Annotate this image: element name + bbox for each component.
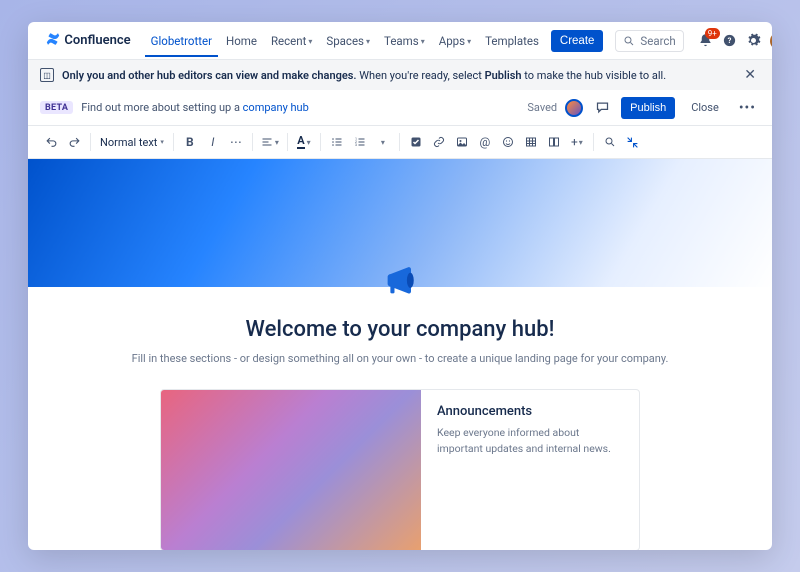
text-color-icon[interactable]: A▾	[293, 130, 315, 154]
comment-icon[interactable]	[591, 97, 613, 119]
page-body: Welcome to your company hub! Fill in the…	[28, 303, 772, 550]
editor-toolbar: Normal text▾ B I ⋯ ▾ A▾ 123 ▾ @ +▾	[28, 125, 772, 159]
profile-avatar[interactable]	[770, 32, 772, 50]
editor-content[interactable]: Welcome to your company hub! Fill in the…	[28, 159, 772, 550]
bullet-list-icon[interactable]	[326, 130, 348, 154]
search-input[interactable]: Search	[615, 30, 683, 52]
subheader-text: Find out more about setting up a company…	[81, 101, 309, 114]
chevron-down-icon: ▾	[308, 37, 312, 46]
undo-icon[interactable]	[40, 130, 62, 154]
chevron-down-icon: ▾	[421, 37, 425, 46]
nav-link-globetrotter[interactable]: Globetrotter	[145, 24, 218, 57]
action-item-icon[interactable]	[405, 130, 427, 154]
collapse-icon[interactable]	[622, 130, 644, 154]
nav-link-home[interactable]: Home	[220, 24, 263, 57]
page-heading[interactable]: Welcome to your company hub!	[88, 317, 712, 342]
find-icon[interactable]	[599, 130, 621, 154]
notification-badge: 9+	[705, 28, 720, 39]
top-right-icons: 9+ ?	[698, 32, 772, 50]
publish-button[interactable]: Publish	[621, 97, 675, 119]
confluence-mark-icon	[46, 32, 60, 49]
italic-icon[interactable]: I	[202, 130, 224, 154]
top-nav: Confluence GlobetrotterHomeRecent▾Spaces…	[28, 22, 772, 60]
card-description[interactable]: Keep everyone informed about important u…	[437, 425, 623, 457]
nav-links: GlobetrotterHomeRecent▾Spaces▾Teams▾Apps…	[145, 24, 545, 57]
more-formatting-icon[interactable]: ⋯	[225, 130, 247, 154]
bold-icon[interactable]: B	[179, 130, 201, 154]
product-name: Confluence	[64, 33, 130, 48]
saved-status: Saved	[527, 101, 557, 114]
visibility-banner: ◫ Only you and other hub editors can vie…	[28, 60, 772, 90]
numbered-list-icon[interactable]: 123	[349, 130, 371, 154]
editor-subheader: BETA Find out more about setting up a co…	[28, 90, 772, 125]
insert-more-icon[interactable]: +▾	[566, 130, 588, 154]
table-icon[interactable]	[520, 130, 542, 154]
nav-link-teams[interactable]: Teams▾	[378, 24, 431, 57]
megaphone-icon	[28, 259, 772, 303]
beta-badge: BETA	[40, 101, 73, 114]
announcements-card[interactable]: Announcements Keep everyone informed abo…	[160, 389, 640, 550]
nav-link-templates[interactable]: Templates	[479, 24, 545, 57]
text-style-select[interactable]: Normal text▾	[96, 136, 168, 149]
nav-link-spaces[interactable]: Spaces▾	[320, 24, 376, 57]
layouts-icon[interactable]	[543, 130, 565, 154]
close-button[interactable]: Close	[683, 96, 727, 119]
banner-close-icon[interactable]: ✕	[740, 67, 760, 83]
page-subtext[interactable]: Fill in these sections - or design somet…	[88, 352, 712, 365]
chevron-down-icon: ▾	[366, 37, 370, 46]
image-icon[interactable]	[451, 130, 473, 154]
list-more-icon[interactable]: ▾	[372, 130, 394, 154]
company-hub-link[interactable]: company hub	[243, 101, 309, 114]
nav-link-recent[interactable]: Recent▾	[265, 24, 318, 57]
hub-icon: ◫	[40, 68, 54, 82]
banner-text: Only you and other hub editors can view …	[62, 69, 732, 82]
svg-text:3: 3	[355, 143, 357, 147]
chevron-down-icon: ▾	[467, 37, 471, 46]
app-switcher-icon[interactable]	[38, 34, 40, 48]
more-actions-icon[interactable]: •••	[735, 100, 760, 116]
card-title[interactable]: Announcements	[437, 404, 623, 419]
search-placeholder: Search	[640, 34, 675, 48]
align-icon[interactable]: ▾	[258, 130, 282, 154]
search-icon	[623, 35, 635, 47]
product-logo[interactable]: Confluence	[46, 32, 130, 49]
notifications-icon[interactable]: 9+	[698, 33, 714, 49]
redo-icon[interactable]	[63, 130, 85, 154]
emoji-icon[interactable]	[497, 130, 519, 154]
link-icon[interactable]	[428, 130, 450, 154]
nav-link-apps[interactable]: Apps▾	[433, 24, 477, 57]
mention-icon[interactable]: @	[474, 130, 496, 154]
card-text: Announcements Keep everyone informed abo…	[421, 390, 639, 550]
collaborator-avatar[interactable]	[565, 99, 583, 117]
app-frame: Confluence GlobetrotterHomeRecent▾Spaces…	[28, 22, 772, 550]
create-button[interactable]: Create	[551, 30, 604, 52]
card-image	[161, 390, 421, 550]
help-icon[interactable]: ?	[722, 33, 738, 49]
settings-icon[interactable]	[746, 33, 762, 49]
svg-text:?: ?	[728, 36, 732, 45]
